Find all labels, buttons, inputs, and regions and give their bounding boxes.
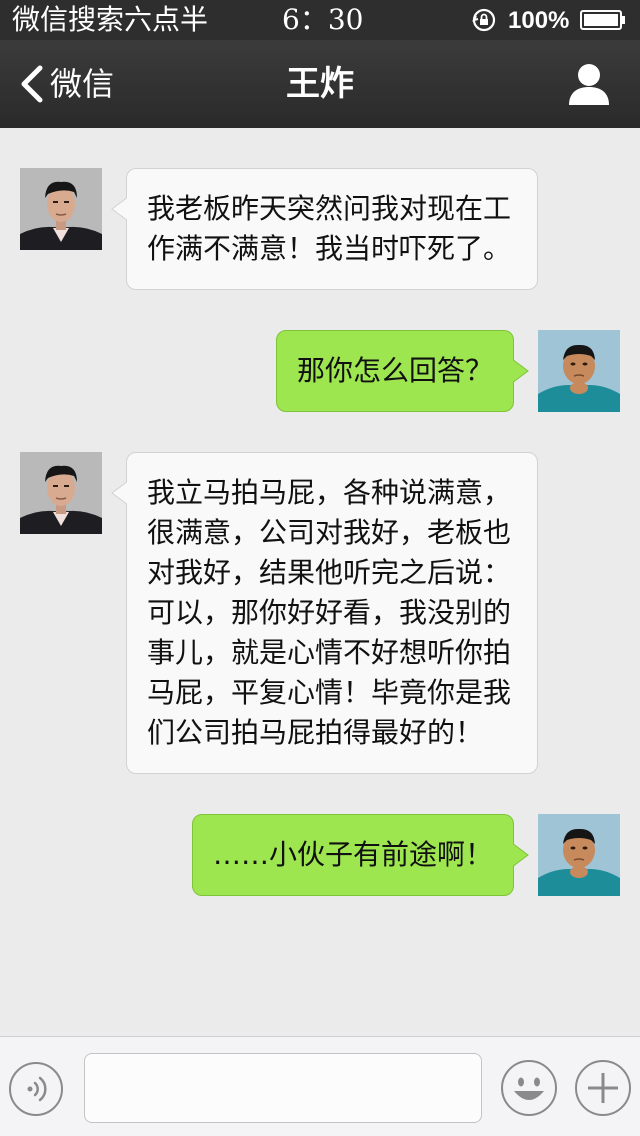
message-text: ……小伙子有前途啊！ bbox=[212, 838, 493, 871]
back-label: 微信 bbox=[50, 65, 115, 103]
emoji-icon[interactable] bbox=[500, 1059, 558, 1117]
contact-avatar[interactable] bbox=[20, 168, 102, 250]
my-avatar-image bbox=[538, 814, 620, 896]
my-avatar[interactable] bbox=[538, 330, 620, 412]
message-bubble-incoming[interactable]: 我立马拍马屁，各种说满意，很满意，公司对我好，老板也对我好，结果他听完之后说：可… bbox=[111, 452, 538, 774]
chat-title: 王炸 bbox=[286, 64, 354, 104]
back-button[interactable]: 微信 bbox=[18, 62, 114, 106]
input-bar bbox=[0, 1036, 640, 1136]
my-avatar[interactable] bbox=[538, 814, 620, 896]
status-time: 6：30 bbox=[282, 3, 364, 36]
message-bubble-outgoing[interactable]: ……小伙子有前途啊！ bbox=[192, 814, 529, 896]
contact-avatar[interactable] bbox=[20, 452, 102, 534]
voice-icon[interactable] bbox=[8, 1061, 64, 1117]
nav-bar: 微信 王炸 bbox=[0, 40, 640, 128]
bubble-tail bbox=[511, 843, 529, 867]
chevron-left-icon bbox=[21, 65, 43, 103]
my-avatar-image bbox=[538, 330, 620, 412]
plus-icon[interactable] bbox=[574, 1059, 632, 1117]
message-bubble-outgoing[interactable]: 那你怎么回答？ bbox=[276, 330, 529, 412]
message-text: 那你怎么回答？ bbox=[296, 354, 493, 387]
carrier-label: 微信搜索六点半 bbox=[12, 3, 209, 36]
chat-area[interactable]: 我老板昨天突然问我对现在工作满不满意！我当时吓死了。 那你怎么回答？ 我立马拍马… bbox=[0, 128, 640, 1036]
battery-percent: 100% bbox=[508, 7, 570, 34]
message-text: 我老板昨天突然问我对现在工作满不满意！我当时吓死了。 bbox=[147, 192, 512, 265]
person-icon[interactable] bbox=[566, 62, 612, 106]
bubble-tail bbox=[111, 197, 129, 221]
message-text: 我立马拍马屁，各种说满意，很满意，公司对我好，老板也对我好，结果他听完之后说：可… bbox=[147, 476, 512, 749]
status-bar: 微信搜索六点半 6：30 100% bbox=[0, 0, 640, 40]
bubble-tail bbox=[111, 481, 129, 505]
contact-avatar-image bbox=[20, 452, 102, 534]
battery-icon bbox=[580, 10, 625, 30]
rotation-lock-icon bbox=[472, 8, 496, 32]
bubble-tail bbox=[511, 359, 529, 383]
message-bubble-incoming[interactable]: 我老板昨天突然问我对现在工作满不满意！我当时吓死了。 bbox=[111, 168, 538, 290]
message-input[interactable] bbox=[84, 1053, 482, 1123]
contact-avatar-image bbox=[20, 168, 102, 250]
